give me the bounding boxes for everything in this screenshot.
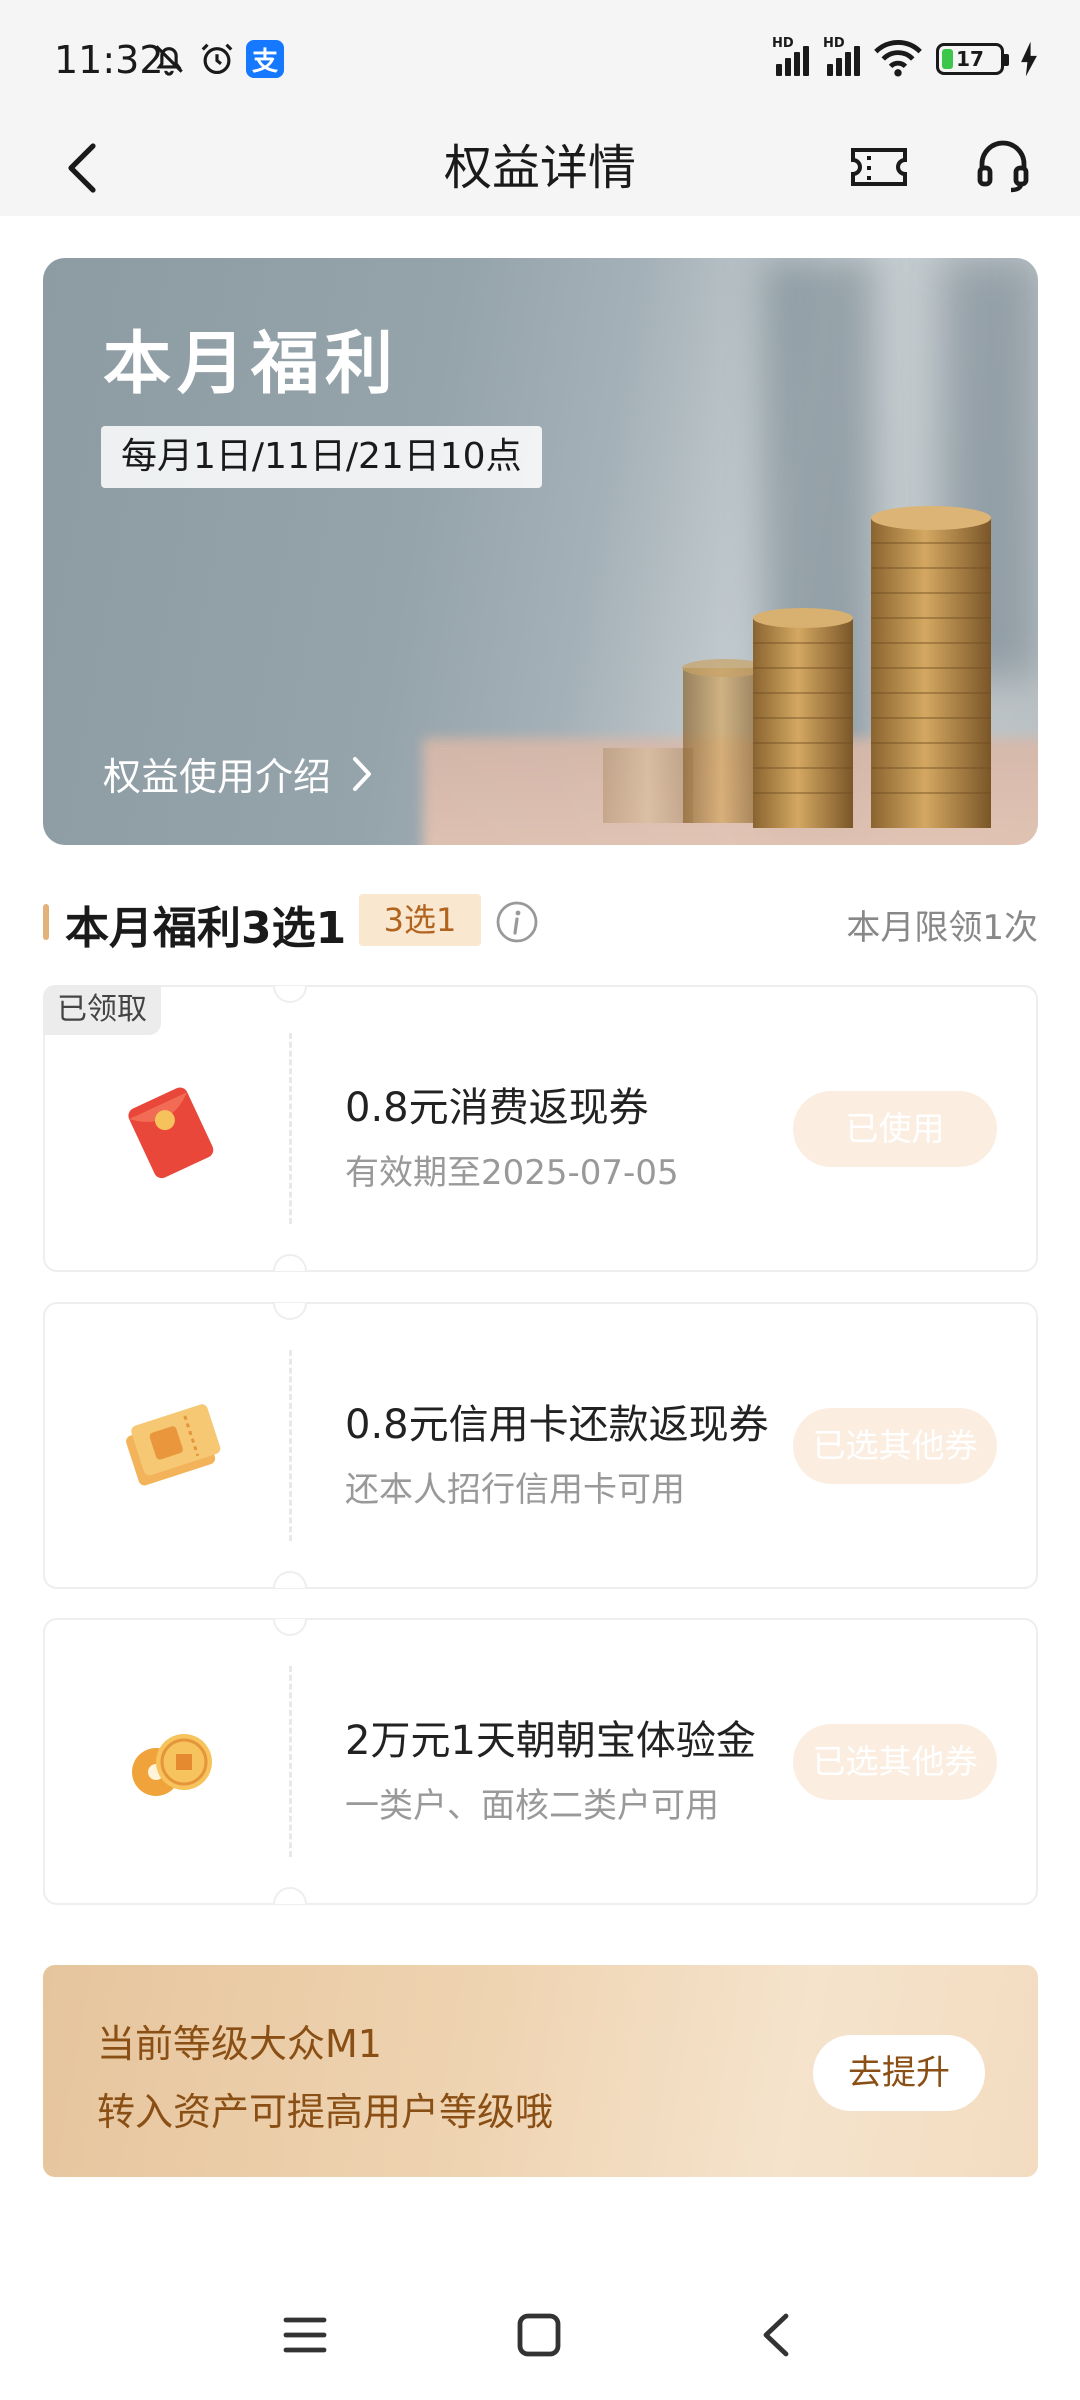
coupon-desc: 一类户、面核二类户可用 <box>345 1786 719 1826</box>
signal-icon: HD <box>772 36 809 76</box>
info-icon[interactable] <box>495 900 539 944</box>
coupon-card: 0.8元信用卡还款返现券 还本人招行信用卡可用 已选其他券 <box>43 1302 1038 1589</box>
signal-hd-label: HD <box>823 36 845 51</box>
section-accent-bar <box>43 904 49 940</box>
page-title: 权益详情 <box>443 140 636 196</box>
banner-title: 本月福利 <box>103 325 400 404</box>
system-back-icon[interactable] <box>752 2310 802 2360</box>
monthly-benefit-banner: 本月福利 每月1日/11日/21日10点 权益使用介绍 <box>43 258 1038 845</box>
status-time: 11:32 <box>54 38 164 82</box>
choice-badge: 3选1 <box>359 894 481 946</box>
gold-coins-icon <box>132 1734 212 1796</box>
limit-note: 本月限领1次 <box>846 908 1038 948</box>
silent-bell-icon <box>155 45 183 76</box>
charging-icon <box>1021 41 1037 77</box>
headset-icon <box>977 140 1029 193</box>
signal-hd-label: HD <box>772 36 794 51</box>
customer-service-button[interactable] <box>970 134 1036 200</box>
coupon-card: 2万元1天朝朝宝体验金 一类户、面核二类户可用 已选其他券 <box>43 1618 1038 1905</box>
coupon-name: 2万元1天朝朝宝体验金 <box>345 1718 756 1764</box>
app-header: 权益详情 <box>0 120 1080 216</box>
benefit-section-header: 本月福利3选1 3选1 本月限领1次 <box>43 890 1038 954</box>
coupon-name: 0.8元消费返现券 <box>345 1085 649 1131</box>
coupon-desc: 有效期至2025-07-05 <box>345 1153 679 1193</box>
status-left-icons: 支 <box>150 40 284 78</box>
status-bar: 11:32 支 HD HD 17 <box>0 0 1080 120</box>
alipay-icon: 支 <box>246 40 284 78</box>
current-level-text: 当前等级大众M1 <box>97 2022 382 2066</box>
status-right-icons: HD HD 17 <box>772 36 1040 78</box>
upgrade-button[interactable]: 去提升 <box>813 2035 985 2111</box>
signal-icon: HD <box>823 36 860 76</box>
menu-icon[interactable] <box>280 2310 330 2360</box>
used-button[interactable]: 已使用 <box>793 1091 997 1167</box>
red-envelope-icon <box>128 1087 214 1179</box>
coin-stacks-image <box>603 506 991 828</box>
level-tip-text: 转入资产可提高用户等级哦 <box>97 2090 554 2134</box>
wifi-icon <box>874 40 922 77</box>
benefit-intro-link[interactable]: 权益使用介绍 <box>103 746 373 801</box>
system-nav-bar <box>0 2270 1080 2400</box>
battery-icon: 17 <box>936 43 1009 75</box>
home-icon[interactable] <box>514 2310 564 2360</box>
chevron-right-icon <box>353 756 372 791</box>
benefit-intro-label: 权益使用介绍 <box>103 755 332 799</box>
ticket-icon <box>851 148 907 186</box>
user-level-card: 当前等级大众M1 转入资产可提高用户等级哦 去提升 <box>43 1965 1038 2177</box>
selected-other-button[interactable]: 已选其他券 <box>793 1408 997 1484</box>
battery-level: 17 <box>956 47 984 71</box>
coupon-card: 已领取 0.8元消费返现券 有效期至2025-07-05 已使用 <box>43 985 1038 1272</box>
selected-other-button[interactable]: 已选其他券 <box>793 1724 997 1800</box>
section-title: 本月福利3选1 <box>65 903 347 954</box>
ticket-coupon-icon <box>126 1404 221 1486</box>
claimed-tag: 已领取 <box>43 985 161 1035</box>
alarm-icon <box>201 43 233 75</box>
ticket-button[interactable] <box>846 134 912 200</box>
banner-schedule: 每月1日/11日/21日10点 <box>101 426 542 488</box>
coupon-desc: 还本人招行信用卡可用 <box>345 1470 685 1510</box>
coupon-name: 0.8元信用卡还款返现券 <box>345 1402 769 1448</box>
